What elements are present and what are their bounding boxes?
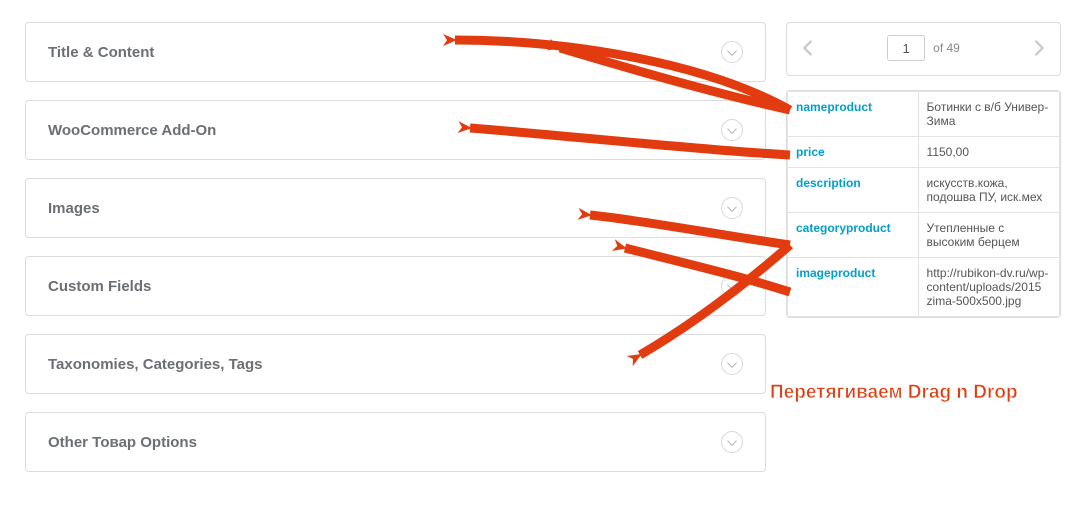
panels-column: Title & Content WooCommerce Add-On Image… [25,22,766,490]
panel-custom-fields[interactable]: Custom Fields [25,256,766,316]
panel-label: Taxonomies, Categories, Tags [48,356,263,373]
field-key[interactable]: nameproduct [788,92,919,137]
table-row: description искусств.кожа, подошва ПУ, и… [788,168,1060,213]
main-layout: Title & Content WooCommerce Add-On Image… [0,0,1076,490]
panel-taxonomies[interactable]: Taxonomies, Categories, Tags [25,334,766,394]
panel-label: Images [48,200,100,217]
annotation-text: Перетягиваем Drag n Drop [770,382,1018,404]
table-row: price 1150,00 [788,137,1060,168]
chevron-down-icon[interactable] [721,119,743,141]
field-value: искусств.кожа, подошва ПУ, иск.мех [918,168,1059,213]
pager-card: of 49 [786,22,1061,76]
field-key[interactable]: price [788,137,919,168]
chevron-down-icon[interactable] [721,275,743,297]
preview-table-card: nameproduct Ботинки с в/б Универ-Зима pr… [786,90,1061,318]
field-key[interactable]: description [788,168,919,213]
page-number-input[interactable] [887,35,925,61]
pager-center: of 49 [887,35,960,61]
field-key[interactable]: imageproduct [788,258,919,317]
chevron-down-icon[interactable] [721,431,743,453]
field-key[interactable]: categoryproduct [788,213,919,258]
field-value: Утепленные с высоким берцем [918,213,1059,258]
chevron-down-icon[interactable] [721,353,743,375]
pager-prev-icon[interactable] [797,37,819,59]
table-row: nameproduct Ботинки с в/б Универ-Зима [788,92,1060,137]
chevron-down-icon[interactable] [721,41,743,63]
table-row: categoryproduct Утепленные с высоким бер… [788,213,1060,258]
field-value: 1150,00 [918,137,1059,168]
panel-images[interactable]: Images [25,178,766,238]
panel-label: Title & Content [48,44,154,61]
chevron-down-icon[interactable] [721,197,743,219]
panel-woocommerce[interactable]: WooCommerce Add-On [25,100,766,160]
pager-next-icon[interactable] [1028,37,1050,59]
panel-label: Other Товар Options [48,434,197,451]
panel-label: WooCommerce Add-On [48,122,216,139]
field-value: Ботинки с в/б Универ-Зима [918,92,1059,137]
panel-other-options[interactable]: Other Товар Options [25,412,766,472]
table-row: imageproduct http://rubikon-dv.ru/wp-con… [788,258,1060,317]
panel-title-content[interactable]: Title & Content [25,22,766,82]
field-value: http://rubikon-dv.ru/wp-content/uploads/… [918,258,1059,317]
pager: of 49 [787,31,1060,63]
preview-column: of 49 nameproduct Ботинки с в/б Универ-З… [786,22,1061,490]
panel-label: Custom Fields [48,278,151,295]
preview-table: nameproduct Ботинки с в/б Универ-Зима pr… [787,91,1060,317]
pager-of-label: of 49 [933,41,960,55]
